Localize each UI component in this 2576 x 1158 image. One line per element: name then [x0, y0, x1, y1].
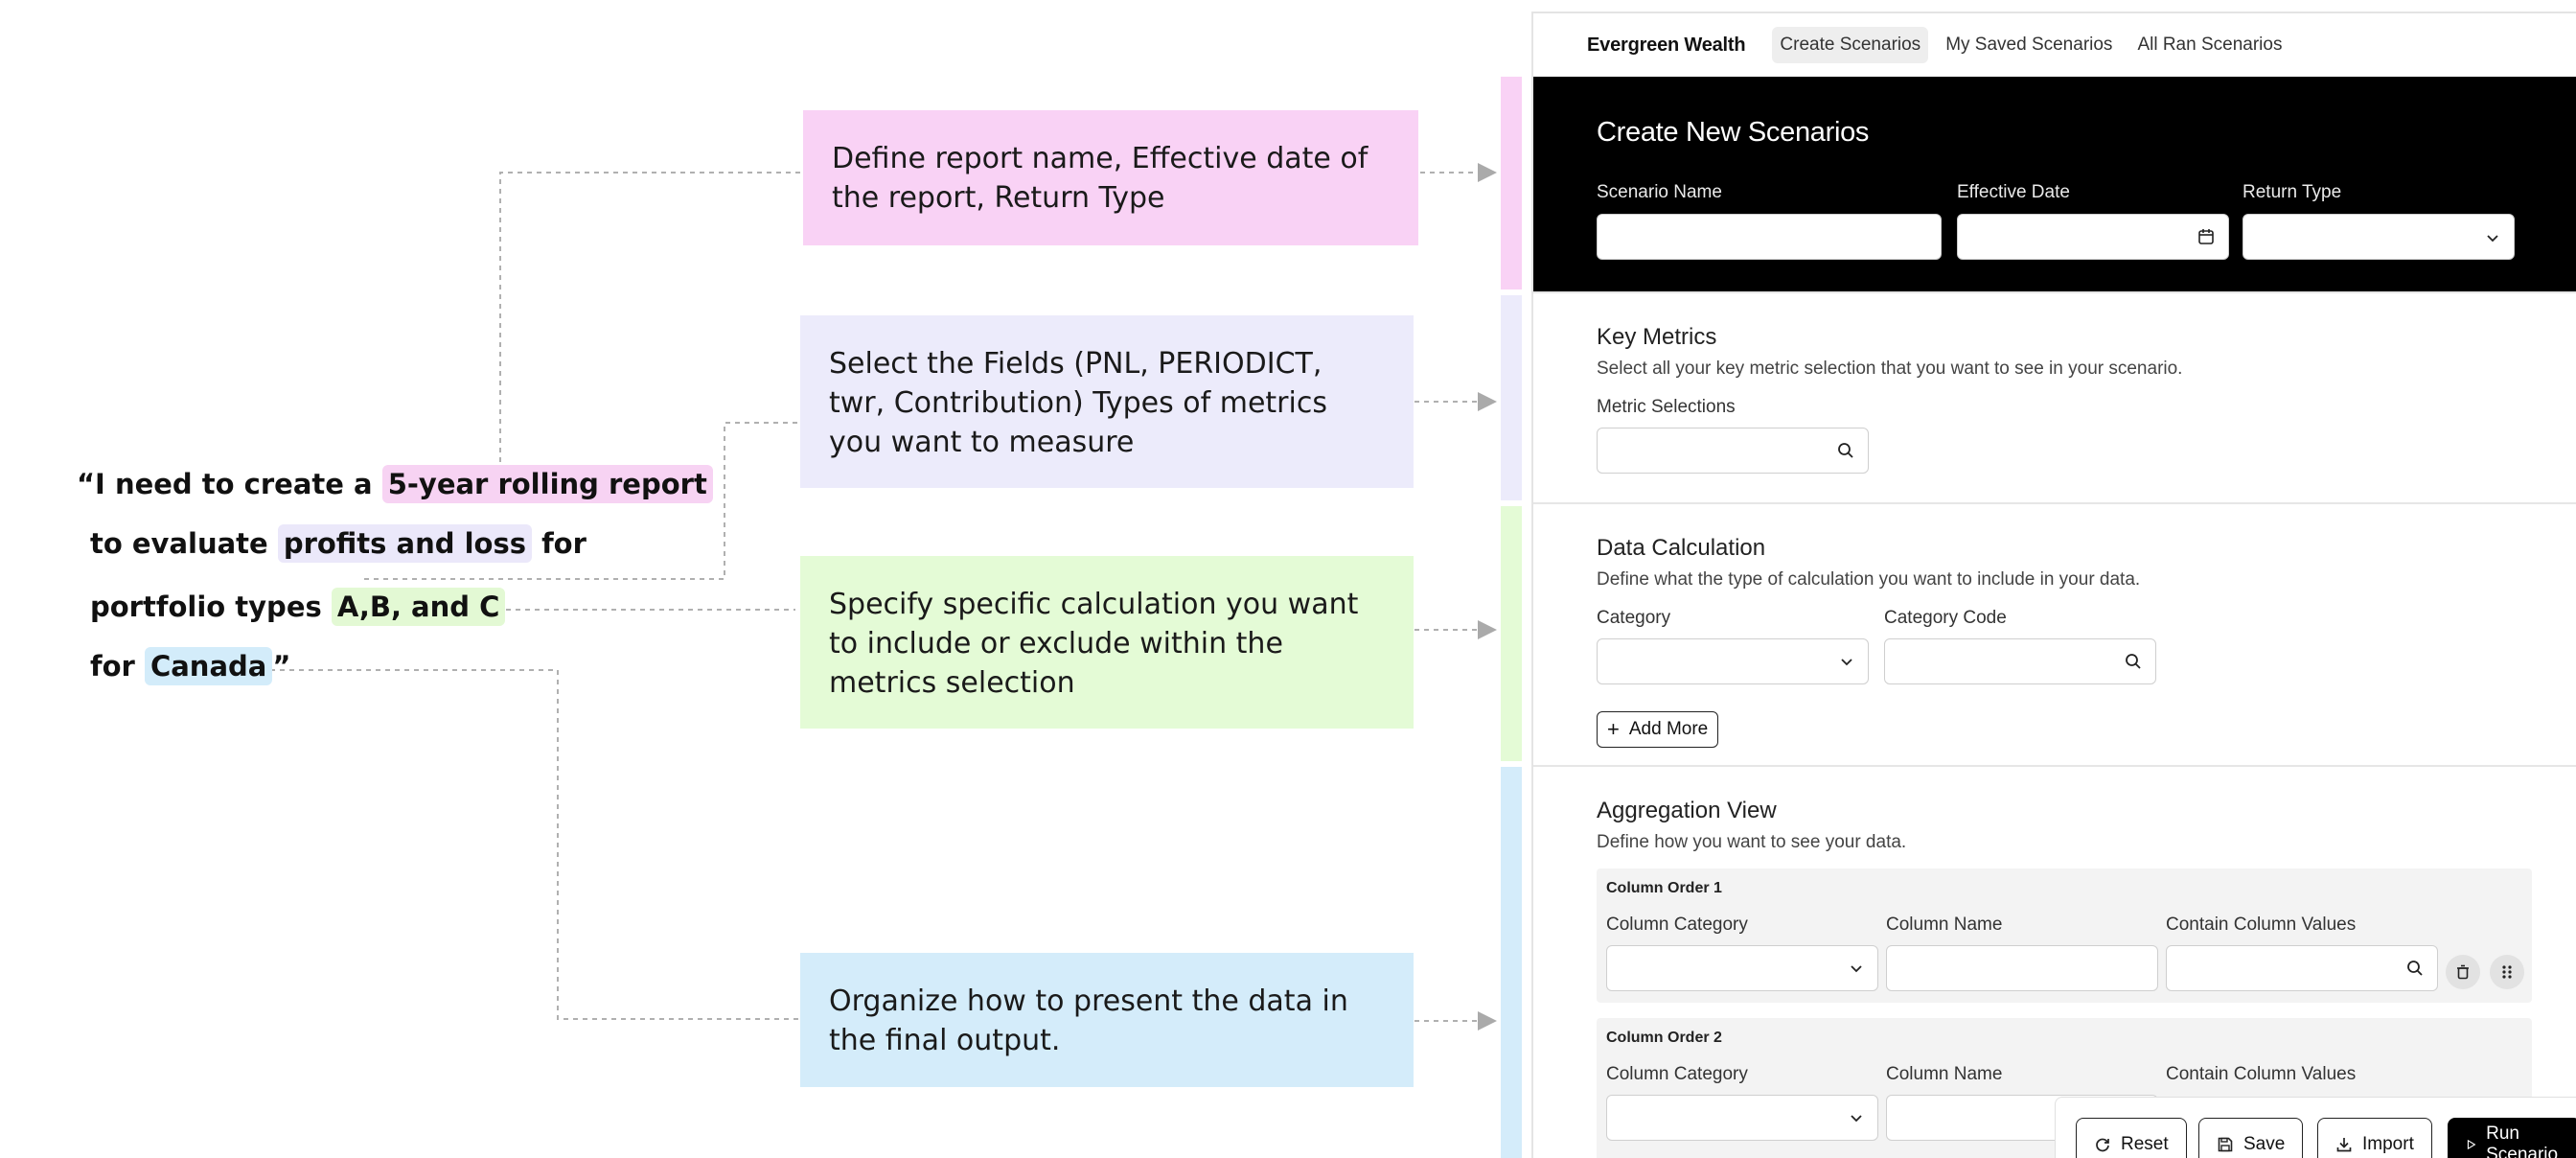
connector-1 [499, 172, 803, 462]
column-name-label: Column Name [1886, 915, 2003, 935]
play-icon [2467, 1139, 2476, 1150]
key-metrics-section: Key Metrics Select all your key metric s… [1533, 291, 2576, 502]
chevron-down-icon [1841, 659, 1852, 666]
chevron-down-icon [1851, 1115, 1862, 1123]
key-metrics-title: Key Metrics [1597, 324, 1717, 350]
download-icon [2336, 1138, 2352, 1152]
note-select-fields: Select the Fields (PNL, PERIODICT, twr, … [800, 315, 1414, 488]
column-order-title: Column Order 1 [1606, 880, 1722, 896]
quote-line-3: portfolio types A,B, and C [90, 585, 506, 629]
key-metrics-subtitle: Select all your key metric selection tha… [1597, 359, 2183, 379]
column-category-label: Column Category [1606, 1064, 1748, 1084]
brand-logo: Evergreen Wealth [1587, 34, 1746, 56]
quote-text: to evaluate [90, 527, 278, 560]
plus-icon: + [1607, 717, 1620, 741]
effective-date-label: Effective Date [1957, 182, 2070, 202]
category-label: Category [1597, 608, 1671, 628]
highlight-5-year-report: 5-year rolling report [381, 465, 713, 503]
effective-date-input[interactable] [1957, 214, 2229, 260]
column-name-label: Column Name [1886, 1064, 2003, 1084]
save-button[interactable]: Save [2198, 1118, 2304, 1158]
tab-all-ran-scenarios[interactable]: All Ran Scenarios [2129, 27, 2289, 63]
metric-selections-input[interactable] [1597, 428, 1869, 474]
calendar-icon[interactable] [2197, 228, 2215, 245]
data-calculation-section: Data Calculation Define what the type of… [1533, 502, 2576, 765]
create-scenario-header: Create New Scenarios Scenario Name Effec… [1533, 77, 2576, 291]
app-window: Evergreen Wealth Create Scenarios My Sav… [1531, 12, 2576, 1158]
quote-line-2: to evaluate profits and loss for [90, 521, 586, 566]
return-type-label: Return Type [2242, 182, 2342, 202]
bar-blue [1501, 767, 1522, 1158]
top-nav: Evergreen Wealth Create Scenarios My Sav… [1533, 13, 2576, 77]
contain-column-values-label: Contain Column Values [2166, 1064, 2357, 1084]
trash-icon[interactable] [2446, 955, 2480, 989]
column-category-select[interactable] [1606, 1095, 1878, 1141]
column-order-block: Column Order 1 Column Category Column Na… [1597, 868, 2532, 1003]
note-define-report: Define report name, Effective date of th… [803, 110, 1418, 245]
refresh-icon [2096, 1138, 2109, 1152]
chevron-down-icon [1851, 965, 1862, 973]
highlight-portfolio-types: A,B, and C [331, 588, 506, 626]
save-icon [2218, 1137, 2233, 1152]
quote-text: ” [272, 650, 291, 683]
add-more-button[interactable]: + Add More [1597, 711, 1719, 748]
tab-my-saved-scenarios[interactable]: My Saved Scenarios [1938, 27, 2120, 63]
chevron-down-icon [2487, 235, 2498, 243]
import-label: Import [2362, 1134, 2414, 1154]
highlight-canada: Canada [144, 647, 273, 685]
quote-text: for [90, 650, 145, 683]
category-code-label: Category Code [1884, 608, 2007, 628]
scenario-name-input[interactable] [1597, 214, 1942, 260]
quote-text: for [531, 527, 586, 560]
return-type-select[interactable] [2242, 214, 2515, 260]
page-title: Create New Scenarios [1597, 117, 1870, 148]
save-label: Save [2243, 1134, 2286, 1154]
reset-label: Reset [2121, 1134, 2169, 1154]
run-scenario-button[interactable]: Run Scenario [2448, 1118, 2576, 1158]
reset-button[interactable]: Reset [2076, 1118, 2187, 1158]
bar-lavender [1501, 295, 1522, 500]
run-scenario-label: Run Scenario [2486, 1123, 2559, 1158]
column-category-label: Column Category [1606, 915, 1748, 935]
note-specify-calculation: Specify specific calculation you want to… [800, 556, 1414, 729]
quote-text: “I need to create a [77, 468, 382, 500]
bar-pink [1501, 77, 1522, 290]
drag-handle-icon[interactable] [2490, 955, 2524, 989]
quote-line-4: for Canada” [90, 644, 290, 688]
scenario-name-label: Scenario Name [1597, 182, 1722, 202]
tab-create-scenarios[interactable]: Create Scenarios [1772, 27, 1929, 63]
contain-column-values-input[interactable] [2166, 945, 2438, 991]
highlight-profits-loss: profits and loss [277, 524, 532, 563]
search-icon[interactable] [2406, 960, 2424, 977]
add-more-label: Add More [1628, 719, 1709, 739]
quote-line-1: “I need to create a 5-year rolling repor… [77, 462, 713, 506]
data-calculation-subtitle: Define what the type of calculation you … [1597, 569, 2141, 590]
import-button[interactable]: Import [2317, 1118, 2432, 1158]
bar-green [1501, 506, 1522, 761]
note-organize-output: Organize how to present the data in the … [800, 953, 1414, 1087]
search-icon[interactable] [2125, 653, 2142, 670]
data-calculation-title: Data Calculation [1597, 535, 1766, 561]
aggregation-view-subtitle: Define how you want to see your data. [1597, 832, 1907, 852]
column-category-select[interactable] [1606, 945, 1878, 991]
aggregation-view-title: Aggregation View [1597, 798, 1777, 823]
column-name-input[interactable] [1886, 945, 2158, 991]
metric-selections-label: Metric Selections [1597, 397, 1736, 417]
connector-4 [261, 669, 799, 1020]
search-icon[interactable] [1837, 442, 1854, 459]
contain-column-values-label: Contain Column Values [2166, 915, 2357, 935]
quote-text: portfolio types [90, 591, 332, 623]
category-select[interactable] [1597, 638, 1869, 684]
column-order-title: Column Order 2 [1606, 1030, 1722, 1046]
category-code-input[interactable] [1884, 638, 2156, 684]
